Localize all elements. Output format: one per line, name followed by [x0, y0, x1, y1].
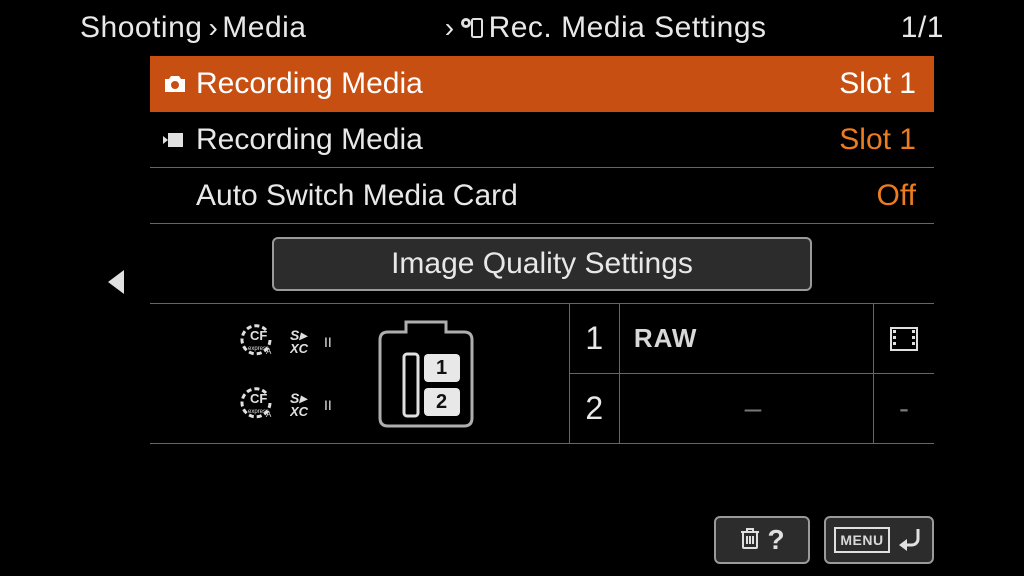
svg-text:1: 1 — [436, 357, 447, 379]
menu-label: MENU — [834, 527, 889, 553]
menu-item-value: Off — [877, 179, 916, 213]
back-arrow-icon — [896, 525, 924, 556]
slot-status-row: 2 – - — [570, 374, 934, 443]
svg-text:II: II — [324, 397, 332, 413]
menu-item-value: Slot 1 — [839, 67, 916, 101]
menu-item-recording-media-photo[interactable]: Recording Media Slot 1 — [150, 56, 934, 112]
slot-format: – — [620, 374, 874, 443]
menu-item-label: Recording Media — [196, 123, 839, 157]
gear-card-icon — [459, 16, 485, 40]
svg-text:A: A — [266, 410, 272, 419]
menu-item-value: Slot 1 — [839, 123, 916, 157]
svg-text:CF: CF — [250, 391, 267, 406]
sdxc-icon: S▸ XC II — [290, 388, 342, 423]
breadcrumb: Shooting › Media › Rec. Media Settings 1… — [80, 6, 944, 50]
button-label: Image Quality Settings — [391, 247, 693, 281]
image-quality-settings-button[interactable]: Image Quality Settings — [272, 237, 812, 291]
menu-item-auto-switch-media-card[interactable]: Auto Switch Media Card Off — [150, 168, 934, 224]
slot-format: RAW — [620, 304, 874, 373]
slot-number: 1 — [570, 304, 620, 373]
video-icon — [160, 125, 190, 155]
question-mark-icon: ? — [767, 524, 784, 556]
svg-text:CF: CF — [250, 328, 267, 343]
svg-text:XC: XC — [290, 341, 309, 355]
slot-status-row: 1 RAW — [570, 304, 934, 374]
menu-item-label: Recording Media — [196, 67, 839, 101]
svg-text:XC: XC — [290, 404, 309, 418]
breadcrumb-level-1: Shooting — [80, 11, 202, 45]
sdxc-icon: S▸ XC II — [290, 325, 342, 360]
cfexpress-icon: CF express A — [238, 322, 278, 363]
slot-number: 2 — [570, 374, 620, 443]
film-strip-icon — [874, 304, 934, 373]
chevron-right-icon: › — [208, 12, 218, 44]
svg-text:2: 2 — [436, 391, 447, 413]
slot-video-empty: - — [874, 374, 934, 443]
cfexpress-icon: CF express A — [238, 385, 278, 426]
chevron-right-icon: › — [445, 12, 455, 44]
slot-status-panel: CF express A S▸ XC II — [150, 304, 934, 444]
svg-text:II: II — [324, 334, 332, 350]
menu-back-button[interactable]: MENU — [824, 516, 934, 564]
camera-icon — [160, 69, 190, 99]
svg-text:A: A — [266, 347, 272, 356]
trash-icon — [739, 525, 761, 556]
page-indicator: 1/1 — [901, 11, 944, 45]
menu-item-recording-media-video[interactable]: Recording Media Slot 1 — [150, 112, 934, 168]
menu-item-label: Auto Switch Media Card — [196, 179, 877, 213]
camera-body-slots-icon: 1 2 — [370, 314, 480, 434]
nav-left-arrow-icon[interactable] — [108, 270, 124, 294]
breadcrumb-level-3: Rec. Media Settings — [489, 11, 767, 45]
help-button[interactable]: ? — [714, 516, 810, 564]
breadcrumb-level-2: Media — [222, 11, 306, 45]
